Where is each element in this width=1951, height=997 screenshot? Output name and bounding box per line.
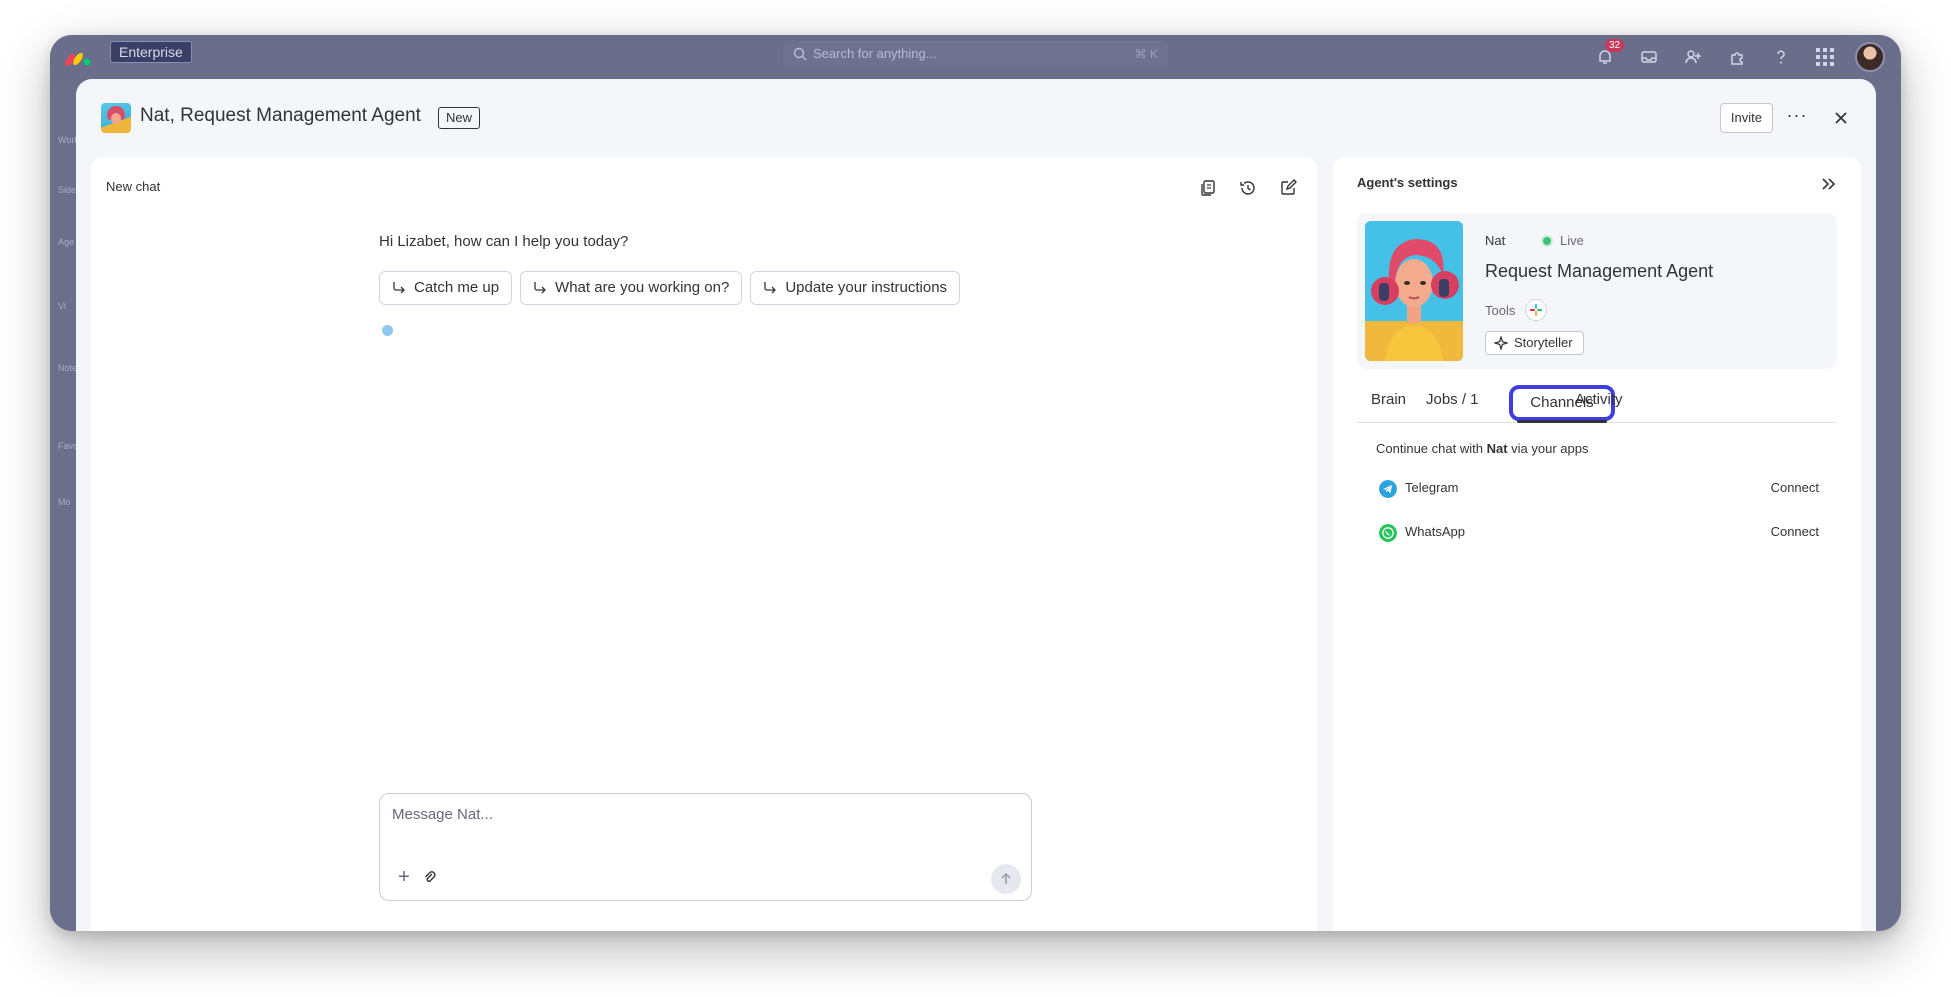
- agent-portrait-image: [1365, 221, 1463, 361]
- rail-item-more[interactable]: Mo: [58, 497, 71, 507]
- suggestion-label: Update your instructions: [785, 279, 948, 296]
- notification-count-badge: 32: [1605, 39, 1625, 52]
- search-shortcut-icon: ⌘ K: [1134, 47, 1158, 61]
- modal-header: Nat, Request Management Agent New Invite…: [76, 79, 1876, 157]
- agent-greeting-message: Hi Lizabet, how can I help you today?: [379, 233, 629, 250]
- agent-thumbnail-face: [111, 113, 121, 124]
- message-composer: +: [379, 793, 1032, 901]
- reply-arrow-icon: [764, 282, 777, 294]
- skill-chip-label: Storyteller: [1514, 335, 1573, 350]
- tab-jobs[interactable]: Jobs / 1: [1426, 391, 1479, 408]
- tools-label: Tools: [1485, 303, 1516, 318]
- chat-panel: New chat Hi Lizabet, how can I help you …: [91, 157, 1317, 931]
- invite-members-icon[interactable]: [1679, 43, 1707, 71]
- top-icons: 32: [1591, 39, 1885, 75]
- telegram-icon: [1379, 480, 1397, 498]
- modal-title: Nat, Request Management Agent: [140, 105, 421, 126]
- channel-name: Telegram: [1405, 480, 1459, 495]
- chat-history-icon[interactable]: [1235, 175, 1261, 201]
- channel-row-telegram: Telegram Connect: [1379, 477, 1819, 503]
- connect-telegram-button[interactable]: Connect: [1771, 480, 1819, 495]
- monday-logo-icon[interactable]: [64, 45, 94, 69]
- chat-title: New chat: [106, 179, 161, 194]
- attachment-paperclip-icon[interactable]: [422, 870, 438, 886]
- channels-intro-before: Continue chat with: [1376, 441, 1487, 456]
- rail-item-agents[interactable]: Age: [58, 237, 74, 247]
- close-icon[interactable]: [1826, 103, 1856, 133]
- new-badge: New: [438, 107, 481, 129]
- global-search[interactable]: Search for anything... ⌘ K: [783, 41, 1168, 67]
- collapse-panel-chevrons-icon[interactable]: [1817, 173, 1839, 195]
- slack-tool-icon[interactable]: [1525, 299, 1547, 321]
- suggestion-update-instructions[interactable]: Update your instructions: [750, 271, 961, 305]
- tab-activity[interactable]: Activity: [1575, 391, 1623, 408]
- agent-thumbnail-avatar: [101, 103, 131, 133]
- inbox-icon[interactable]: [1635, 43, 1663, 71]
- reply-arrow-icon: [393, 282, 405, 294]
- agent-profile-card: Nat Live Request Management Agent Tools …: [1357, 213, 1837, 369]
- more-options-icon[interactable]: ···: [1782, 103, 1812, 133]
- plan-badge: Enterprise: [110, 41, 192, 63]
- whatsapp-icon: [1379, 524, 1397, 542]
- message-input[interactable]: [392, 806, 1012, 823]
- suggestion-label: What are you working on?: [555, 279, 730, 296]
- agent-role-title: Request Management Agent: [1485, 261, 1714, 281]
- active-tab-underline: [1517, 420, 1607, 423]
- side-rail: Works Side Age Vi Notet Favo Mo: [50, 79, 83, 931]
- connect-whatsapp-button[interactable]: Connect: [1771, 524, 1819, 539]
- add-plus-icon[interactable]: +: [394, 867, 414, 888]
- settings-tabs: Brain Jobs / 1 Channels Activity: [1357, 383, 1837, 423]
- top-bar: Enterprise Search for anything... ⌘ K 32: [50, 35, 1901, 79]
- agent-modal: Nat, Request Management Agent New Invite…: [76, 79, 1876, 931]
- suggestion-label: Catch me up: [414, 279, 500, 296]
- invite-button[interactable]: Invite: [1719, 103, 1773, 133]
- help-icon[interactable]: [1767, 43, 1795, 71]
- arrow-up-icon: [1001, 872, 1011, 884]
- channels-intro-agent-name: Nat: [1486, 441, 1508, 456]
- search-placeholder: Search for anything...: [813, 46, 937, 61]
- agent-settings-panel: Agent's settings Nat Live Request Manage…: [1333, 157, 1861, 931]
- sparkle-icon: [1494, 336, 1508, 350]
- apps-marketplace-icon[interactable]: [1723, 43, 1751, 71]
- suggestion-catch-me-up[interactable]: Catch me up: [379, 271, 513, 305]
- agent-status-text: Live: [1560, 233, 1584, 248]
- tab-brain[interactable]: Brain: [1371, 391, 1406, 408]
- new-chat-edit-icon[interactable]: [1275, 175, 1301, 201]
- storyteller-skill-chip[interactable]: Storyteller: [1485, 331, 1584, 355]
- agent-short-name: Nat: [1485, 233, 1506, 248]
- rail-item-side[interactable]: Side: [58, 185, 76, 195]
- live-status-dot-icon: [1541, 235, 1553, 247]
- suggestion-what-are-you-working-on[interactable]: What are you working on?: [520, 271, 743, 305]
- settings-title: Agent's settings: [1357, 175, 1458, 190]
- chat-toolbar: [1195, 175, 1301, 201]
- channels-intro-after: via your apps: [1507, 441, 1589, 456]
- rail-item-favorites[interactable]: Favo: [58, 441, 78, 451]
- reply-arrow-icon: [534, 282, 546, 294]
- notifications-bell-icon[interactable]: 32: [1591, 39, 1625, 71]
- copy-chat-icon[interactable]: [1195, 175, 1221, 201]
- channels-intro-text: Continue chat with Nat via your apps: [1376, 441, 1588, 456]
- suggested-prompts: Catch me up What are you working on? Upd…: [379, 271, 961, 305]
- product-switcher-grid-icon[interactable]: [1811, 43, 1839, 71]
- channel-row-whatsapp: WhatsApp Connect: [1379, 521, 1819, 547]
- search-icon: [793, 47, 807, 61]
- channel-name: WhatsApp: [1405, 524, 1465, 539]
- typing-indicator: [382, 325, 393, 336]
- user-avatar[interactable]: [1855, 42, 1885, 72]
- rail-item-vibe[interactable]: Vi: [58, 301, 66, 311]
- send-button[interactable]: [991, 864, 1021, 894]
